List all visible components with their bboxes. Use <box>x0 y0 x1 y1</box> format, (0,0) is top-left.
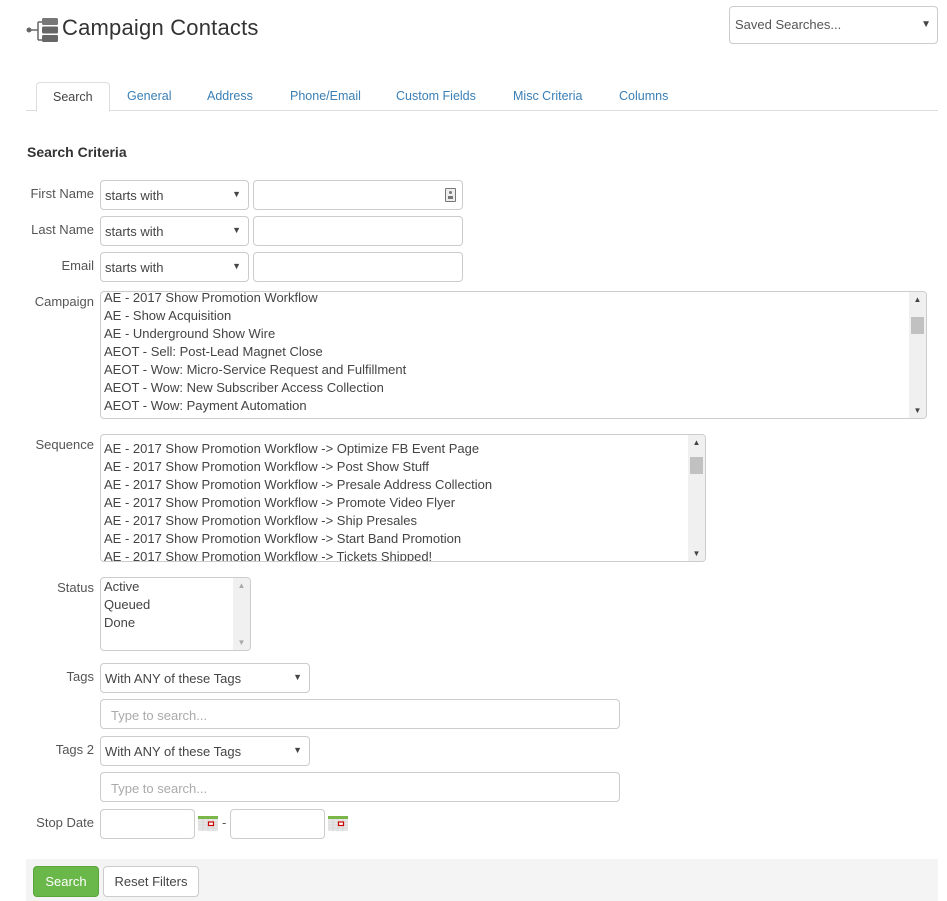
sequence-option[interactable]: AE - 2017 Show Promotion Workflow -> Tic… <box>104 548 687 561</box>
search-button[interactable]: Search <box>33 866 99 897</box>
status-listbox[interactable]: Active Queued Done ▲ ▼ <box>100 577 251 651</box>
sequence-listbox[interactable]: AE - 2017 Show Promotion Workflow -> Opt… <box>100 434 706 562</box>
last-name-operator-value: starts with <box>105 224 164 239</box>
tags-search-placeholder: Type to search... <box>111 708 208 723</box>
stop-date-label: Stop Date <box>36 815 94 830</box>
status-option[interactable]: Queued <box>104 596 232 614</box>
email-operator-select[interactable]: starts with ▼ <box>100 252 249 282</box>
email-operator-value: starts with <box>105 260 164 275</box>
chevron-down-icon: ▼ <box>232 261 241 271</box>
stop-date-from-input[interactable] <box>100 809 195 839</box>
search-criteria-heading: Search Criteria <box>27 144 127 160</box>
stop-date-to-input[interactable] <box>230 809 325 839</box>
campaign-scrollbar[interactable]: ▲ ▼ <box>909 292 926 418</box>
sequence-label: Sequence <box>35 437 94 452</box>
reset-filters-button[interactable]: Reset Filters <box>103 866 199 897</box>
status-scrollbar[interactable]: ▲ ▼ <box>233 578 250 650</box>
first-name-operator-value: starts with <box>105 188 164 203</box>
sequence-option[interactable]: AE - 2017 Show Promotion Workflow -> Opt… <box>104 440 687 458</box>
tags2-operator-value: With ANY of these Tags <box>105 744 242 759</box>
last-name-input[interactable] <box>253 216 463 246</box>
tags2-operator-select[interactable]: With ANY of these Tags ▼ <box>100 736 310 766</box>
email-label: Email <box>61 258 94 273</box>
scroll-up-icon[interactable]: ▲ <box>233 581 250 590</box>
campaign-option[interactable]: AEOT - Wow: New Subscriber Access Collec… <box>104 379 908 397</box>
status-option[interactable]: Active <box>104 578 232 596</box>
scroll-down-icon[interactable]: ▼ <box>909 406 926 415</box>
scroll-up-icon[interactable]: ▲ <box>688 438 705 447</box>
campaign-flow-icon <box>26 16 60 44</box>
tags2-label: Tags 2 <box>55 742 94 757</box>
calendar-icon[interactable] <box>198 816 218 831</box>
tags-operator-value: With ANY of these Tags <box>105 671 242 686</box>
campaign-option[interactable]: AEOT - Wow: Payment Automation <box>104 397 908 415</box>
sequence-option[interactable]: AE - 2017 Show Promotion Workflow -> Pro… <box>104 494 687 512</box>
contact-card-icon[interactable] <box>445 188 456 202</box>
tab-columns[interactable]: Columns <box>603 82 684 111</box>
page-title: Campaign Contacts <box>62 15 259 40</box>
campaign-label: Campaign <box>34 294 94 309</box>
first-name-input[interactable] <box>253 180 463 210</box>
tab-general[interactable]: General <box>111 82 187 111</box>
status-label: Status <box>57 580 94 595</box>
status-option[interactable]: Done <box>104 614 232 632</box>
tab-address[interactable]: Address <box>191 82 269 111</box>
scrollbar-thumb[interactable] <box>911 317 924 334</box>
campaign-listbox[interactable]: AE - 2017 Show Promotion Workflow AE - S… <box>100 291 927 419</box>
tab-custom-fields[interactable]: Custom Fields <box>380 82 492 111</box>
tags-operator-select[interactable]: With ANY of these Tags ▼ <box>100 663 310 693</box>
scroll-down-icon[interactable]: ▼ <box>233 638 250 647</box>
first-name-label: First Name <box>30 186 94 201</box>
first-name-operator-select[interactable]: starts with ▼ <box>100 180 249 210</box>
chevron-down-icon: ▼ <box>293 745 302 755</box>
chevron-down-icon: ▼ <box>921 19 931 30</box>
scroll-up-icon[interactable]: ▲ <box>909 295 926 304</box>
tags2-search-placeholder: Type to search... <box>111 781 208 796</box>
scrollbar-thumb[interactable] <box>690 457 703 474</box>
scroll-down-icon[interactable]: ▼ <box>688 549 705 558</box>
campaign-option[interactable]: AE - 2017 Show Promotion Workflow <box>104 292 908 307</box>
chevron-down-icon: ▼ <box>293 672 302 682</box>
date-range-separator: - <box>222 815 227 830</box>
tags2-search-input[interactable]: Type to search... <box>100 772 620 802</box>
saved-searches-select[interactable]: Saved Searches... ▼ <box>729 6 938 44</box>
email-input[interactable] <box>253 252 463 282</box>
sequence-scrollbar[interactable]: ▲ ▼ <box>688 435 705 561</box>
tags-label: Tags <box>66 669 94 684</box>
sequence-option[interactable]: AE - 2017 Show Promotion Workflow -> Shi… <box>104 512 687 530</box>
campaign-option[interactable]: AE - Show Acquisition <box>104 307 908 325</box>
last-name-label: Last Name <box>31 222 94 237</box>
last-name-operator-select[interactable]: starts with ▼ <box>100 216 249 246</box>
saved-searches-value: Saved Searches... <box>735 17 842 32</box>
tab-misc-criteria[interactable]: Misc Criteria <box>497 82 598 111</box>
sequence-option[interactable]: AE - 2017 Show Promotion Workflow -> Pos… <box>104 458 687 476</box>
sequence-option[interactable]: AE - 2017 Show Promotion Workflow -> Pre… <box>104 476 687 494</box>
campaign-option[interactable]: AE - Underground Show Wire <box>104 325 908 343</box>
tab-phone-email[interactable]: Phone/Email <box>274 82 377 111</box>
tags-search-input[interactable]: Type to search... <box>100 699 620 729</box>
campaign-option[interactable]: AEOT - Sell: Post-Lead Magnet Close <box>104 343 908 361</box>
tab-search[interactable]: Search <box>36 82 110 112</box>
chevron-down-icon: ▼ <box>232 189 241 199</box>
campaign-option[interactable]: AEOT - Wow: Micro-Service Request and Fu… <box>104 361 908 379</box>
sequence-option[interactable]: AE - 2017 Show Promotion Workflow -> Sta… <box>104 530 687 548</box>
calendar-icon[interactable] <box>328 816 348 831</box>
chevron-down-icon: ▼ <box>232 225 241 235</box>
